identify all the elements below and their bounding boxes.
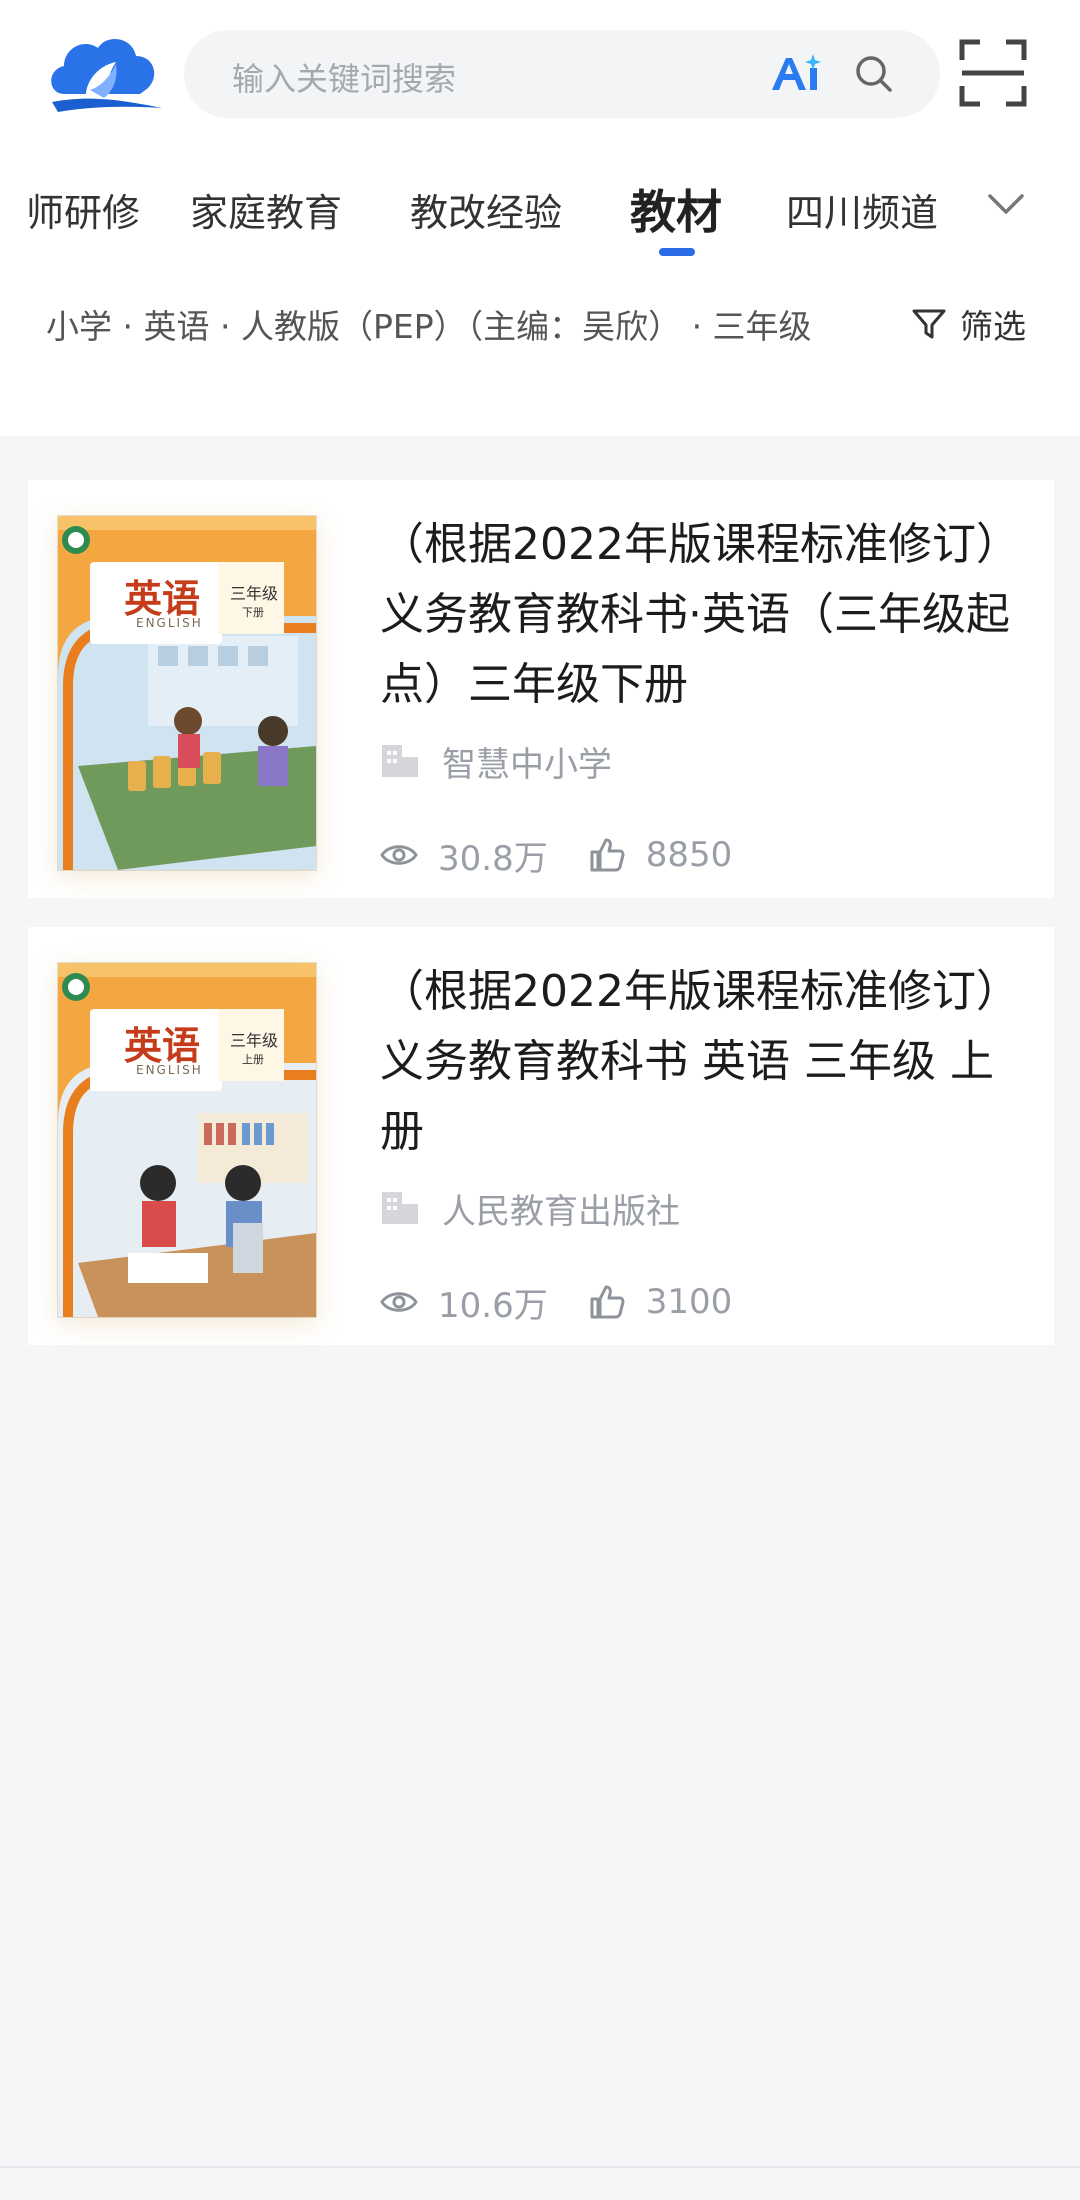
- ai-icon[interactable]: [768, 52, 824, 96]
- publisher-row: 人民教育出版社: [380, 1183, 680, 1233]
- breadcrumb[interactable]: 小学 · 英语 · 人教版（PEP）（主编：吴欣） · 三年级: [46, 298, 846, 356]
- category-tabs: 师研修 家庭教育 教改经验 教材 四川频道: [0, 164, 990, 264]
- app-screen: 输入关键词搜索 师研修 家庭教育 教改经验 教材 四川频道 小学 · 英语 · …: [0, 0, 1080, 2200]
- header: 输入关键词搜索 师研修 家庭教育 教改经验 教材 四川频道 小学 · 英语 · …: [0, 0, 1080, 436]
- search-icon[interactable]: [852, 52, 896, 96]
- cover-subject: 英语: [124, 576, 201, 621]
- cover-grade: 三年级: [230, 584, 279, 603]
- eye-icon: [380, 845, 418, 865]
- active-tab-indicator: [659, 248, 695, 256]
- book-title[interactable]: （根据2022年版课程标准修订）义务教育教科书·英语（三年级起点）三年级下册: [380, 510, 1030, 720]
- book-stats: 10.6万 3100: [380, 1277, 772, 1327]
- tab-family-education[interactable]: 家庭教育: [190, 182, 342, 237]
- likes-count: 8850: [645, 835, 733, 875]
- likes-count: 3100: [645, 1282, 733, 1322]
- book-cover[interactable]: 英语 ENGLISH 三年级 上册: [58, 963, 316, 1317]
- building-icon: [382, 745, 418, 777]
- search-box[interactable]: 输入关键词搜索: [184, 30, 940, 118]
- cover-volume: 下册: [242, 606, 264, 619]
- book-stats: 30.8万 8850: [380, 830, 772, 880]
- likes-stat[interactable]: 8850: [588, 835, 733, 875]
- cover-volume: 上册: [242, 1053, 264, 1066]
- likes-stat[interactable]: 3100: [588, 1282, 733, 1322]
- cover-subject: 英语: [124, 1023, 201, 1068]
- eye-icon: [380, 1292, 418, 1312]
- chevron-down-icon[interactable]: [982, 180, 1030, 228]
- filter-label: 筛选: [960, 307, 1026, 346]
- publisher-name: 智慧中小学: [442, 744, 612, 785]
- book-cover[interactable]: 英语 ENGLISH 三年级 下册: [58, 516, 316, 870]
- filter-button[interactable]: 筛选: [910, 298, 1026, 350]
- thumb-up-icon[interactable]: [588, 836, 626, 874]
- book-card[interactable]: 英语 ENGLISH 三年级 下册 （根据2022年版课程标准修订）义务教育教科…: [28, 480, 1054, 898]
- cover-english: ENGLISH: [136, 616, 203, 630]
- tab-textbooks[interactable]: 教材: [630, 176, 722, 242]
- cloud-book-logo[interactable]: [44, 28, 166, 116]
- thumb-up-icon[interactable]: [588, 1283, 626, 1321]
- scan-icon[interactable]: [958, 38, 1028, 108]
- views-stat: 10.6万: [380, 1278, 548, 1327]
- publisher-name: 人民教育出版社: [442, 1191, 680, 1232]
- cover-grade: 三年级: [230, 1031, 279, 1050]
- book-title[interactable]: （根据2022年版课程标准修订）义务教育教科书 英语 三年级 上册: [380, 957, 1030, 1167]
- tab-sichuan-channel[interactable]: 四川频道: [786, 182, 938, 237]
- views-stat: 30.8万: [380, 831, 548, 880]
- tab-reform-experience[interactable]: 教改经验: [410, 182, 562, 237]
- book-card[interactable]: 英语 ENGLISH 三年级 上册 （根据2022年版课程标准修订）义务教育教科…: [28, 927, 1054, 1345]
- bottom-navigation-bar: [0, 2166, 1080, 2200]
- views-count: 30.8万: [438, 838, 548, 879]
- cover-english: ENGLISH: [136, 1063, 203, 1077]
- search-input[interactable]: 输入关键词搜索: [232, 54, 456, 100]
- publisher-row: 智慧中小学: [380, 736, 612, 786]
- views-count: 10.6万: [438, 1285, 548, 1326]
- building-icon: [382, 1192, 418, 1224]
- tab-teacher-training[interactable]: 师研修: [26, 182, 140, 237]
- filter-icon: [912, 309, 946, 339]
